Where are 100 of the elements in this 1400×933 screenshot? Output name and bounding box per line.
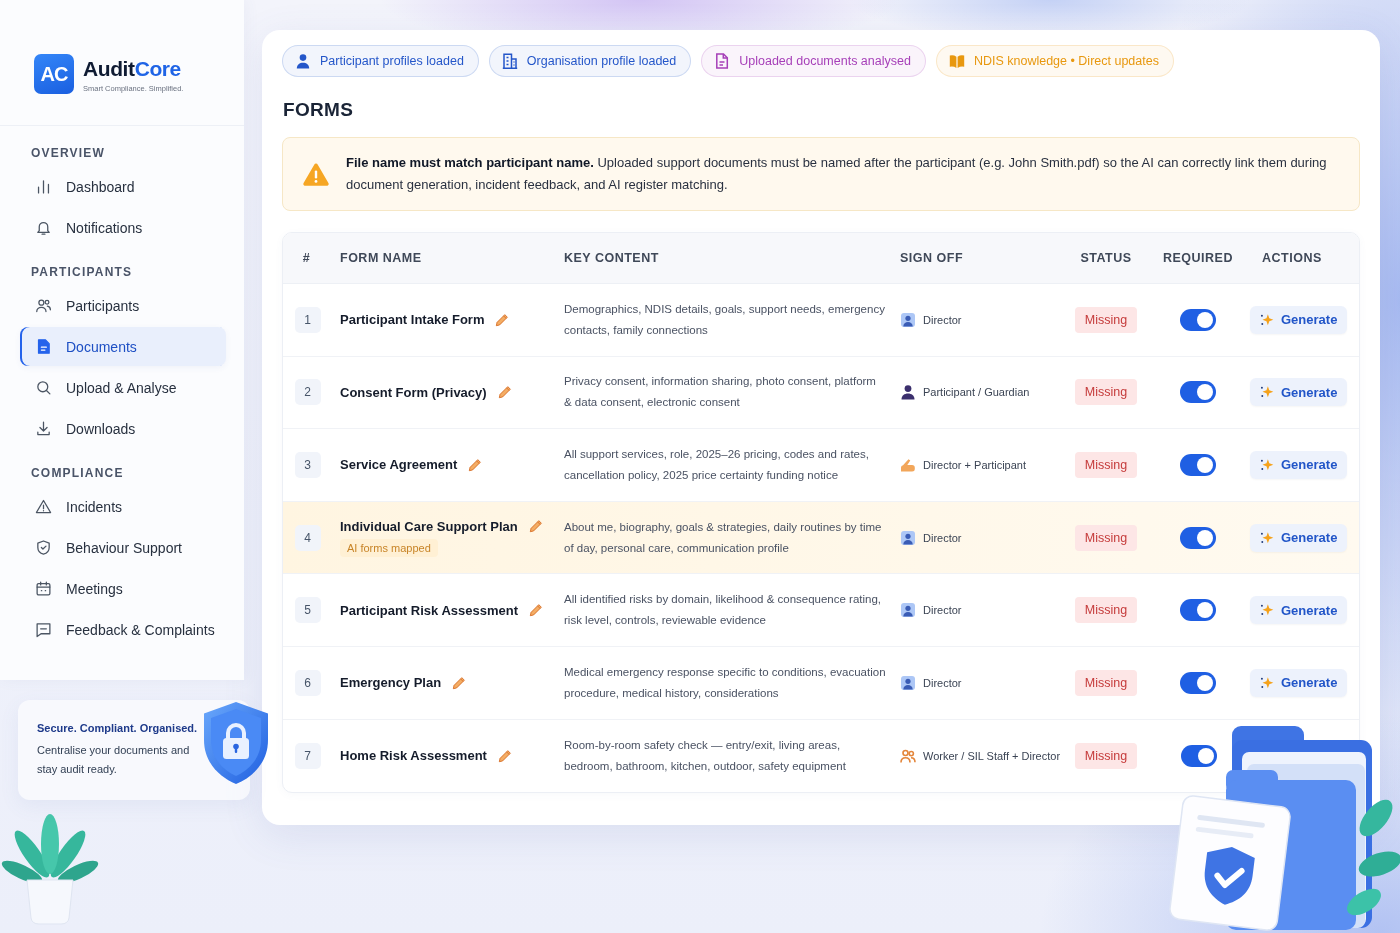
nav-item[interactable]: Meetings bbox=[20, 569, 226, 608]
key-content: Medical emergency response specific to conditions, evacuation procedure, medical history, considerations bbox=[564, 664, 887, 701]
sign-off-role: Director bbox=[923, 531, 962, 544]
nav-item[interactable]: Incidents bbox=[20, 487, 226, 526]
search-icon bbox=[35, 379, 52, 396]
form-name: Emergency Plan bbox=[340, 675, 442, 691]
required-toggle[interactable] bbox=[1180, 381, 1216, 404]
sparkle-icon bbox=[1260, 675, 1274, 690]
form-name: Consent Form (Privacy) bbox=[340, 384, 487, 400]
ai-forms-tag: AI forms mapped bbox=[340, 538, 438, 557]
table-row[interactable]: 2 Consent Form (Privacy) Privacy consent, information sharing, photo consent, platform & data consent, electronic consent Participant / Guardian Missing Generate bbox=[283, 356, 1359, 430]
page-title: FORMS bbox=[283, 98, 355, 122]
required-toggle[interactable] bbox=[1180, 308, 1216, 331]
sparkle-icon bbox=[1260, 530, 1274, 545]
status-badge: Missing bbox=[1074, 452, 1138, 478]
nav-item[interactable]: Downloads bbox=[20, 409, 226, 448]
id-badge-icon bbox=[900, 602, 916, 619]
section-heading: OVERVIEW bbox=[30, 146, 107, 160]
pencil-icon[interactable] bbox=[468, 458, 483, 472]
form-name: Service Agreement bbox=[340, 457, 458, 473]
form-name: Participant Intake Form bbox=[340, 312, 485, 328]
required-toggle[interactable] bbox=[1181, 744, 1217, 767]
table-row[interactable]: 3 Service Agreement All support services, role, 2025–26 pricing, codes and rates, cancellation policy, 2025 price certainty funding notice Director + Participant Missing Generate bbox=[283, 429, 1359, 502]
row-number: 4 bbox=[294, 524, 321, 551]
nav-item[interactable]: Behaviour Support bbox=[20, 528, 226, 567]
row-number: 5 bbox=[294, 597, 321, 624]
sparkle-icon bbox=[1260, 385, 1274, 400]
key-content: About me, biography, goals & strategies, daily routines by time of day, personal care, communication profile bbox=[564, 519, 883, 556]
sign-off-role: Worker / SIL Staff + Director bbox=[923, 749, 1061, 762]
key-content: All support services, role, 2025–26 pricing, codes and rates, cancellation policy, 2025 price certainty funding notice bbox=[564, 447, 870, 483]
generate-button[interactable]: Generate bbox=[1250, 451, 1348, 479]
nav-item[interactable]: Dashboard bbox=[20, 167, 226, 206]
people-icon bbox=[900, 747, 916, 764]
pencil-icon[interactable] bbox=[452, 675, 467, 690]
status-badge: Missing bbox=[1074, 742, 1138, 769]
pencil-icon[interactable] bbox=[497, 385, 512, 400]
people-icon bbox=[35, 297, 52, 314]
key-content: All identified risks by domain, likelihood & consequence rating, risk level, controls, reviewable evidence bbox=[564, 592, 883, 629]
pencil-icon[interactable] bbox=[497, 748, 512, 763]
sign-off-role: Director bbox=[923, 676, 962, 689]
status-badge: Missing bbox=[1074, 597, 1138, 624]
message-icon bbox=[35, 621, 52, 638]
generate-button[interactable]: Generate bbox=[1250, 378, 1348, 407]
required-toggle[interactable] bbox=[1180, 454, 1216, 476]
status-badge: Missing bbox=[1074, 669, 1138, 696]
pencil-icon[interactable] bbox=[529, 603, 543, 618]
calendar-icon bbox=[35, 580, 52, 597]
table-row[interactable]: 7 Home Risk Assessment Room-by-room safety check — entry/exit, living areas, bedroom, bathroom, kitchen, outdoor, safety equipment Worker / SIL Staff + Director Missing bbox=[283, 719, 1224, 793]
row-number: 3 bbox=[294, 452, 321, 478]
form-name: Individual Care Support Plan bbox=[340, 518, 518, 534]
generate-button[interactable]: Generate bbox=[1250, 596, 1348, 625]
sign-off-role: Director + Participant bbox=[923, 459, 1026, 471]
status-badge: Missing bbox=[1074, 524, 1138, 551]
id-badge-icon bbox=[900, 674, 916, 691]
sign-off-role: Participant / Guardian bbox=[923, 386, 1030, 399]
table-row[interactable]: 4 Individual Care Support Plan AI forms mapped About me, biography, goals & strategies, daily routines by time of day, personal care, communication profile Director Missing Generate bbox=[283, 501, 1359, 575]
generate-button[interactable]: Generate bbox=[1250, 668, 1348, 697]
chip-label: NDIS knowledge • Direct updates bbox=[973, 54, 1159, 68]
status-badge: Missing bbox=[1074, 379, 1138, 406]
pencil-icon[interactable] bbox=[528, 519, 543, 534]
nav-item[interactable]: Notifications bbox=[20, 208, 226, 247]
column-header: REQUIRED bbox=[1163, 251, 1233, 265]
generate-button[interactable]: Generate bbox=[1250, 523, 1348, 552]
id-badge-icon bbox=[900, 529, 916, 546]
column-header: STATUS bbox=[1080, 251, 1132, 265]
notice-text: File name must match participant name. Uploaded support documents must be named after the participant (e.g. John Smith.pdf) so the AI can correctly link them during document generation, incident feedback, and AI register matching. bbox=[346, 154, 1328, 194]
required-toggle[interactable] bbox=[1180, 671, 1216, 694]
shield-check-icon bbox=[35, 539, 52, 556]
generate-button[interactable]: Generate bbox=[1250, 305, 1348, 334]
table-row[interactable]: 1 Participant Intake Form Demographics, NDIS details, goals, support needs, emergency contacts, family connections Director Missing Generate bbox=[283, 284, 1359, 357]
nav-item[interactable]: Feedback & Complaints bbox=[20, 610, 226, 649]
promo-text: Centralise your documents and stay audit ready. bbox=[37, 743, 191, 777]
table-row[interactable]: 6 Emergency Plan Medical emergency response specific to conditions, evacuation procedure, medical history, considerations Director Missing Generate bbox=[283, 646, 1359, 720]
hand-icon bbox=[900, 457, 916, 473]
warning-icon bbox=[35, 498, 52, 515]
bell-icon bbox=[35, 219, 52, 236]
id-badge-icon bbox=[900, 311, 916, 328]
pencil-icon[interactable] bbox=[495, 312, 510, 327]
sign-off-role: Director bbox=[923, 604, 962, 617]
column-header: SIGN OFF bbox=[900, 251, 964, 265]
chip-label: Organisation profile loaded bbox=[526, 54, 677, 68]
section-heading: COMPLIANCE bbox=[30, 466, 125, 480]
form-name: Participant Risk Assessment bbox=[340, 602, 518, 618]
table-row[interactable]: 5 Participant Risk Assessment All identified risks by domain, likelihood & consequence rating, risk level, controls, reviewable evidence Director Missing Generate bbox=[283, 574, 1359, 647]
status-badge: Missing bbox=[1074, 306, 1138, 333]
brand-name: AuditCore bbox=[83, 57, 182, 81]
sparkle-icon bbox=[1260, 458, 1274, 472]
sparkle-icon bbox=[1260, 603, 1274, 618]
chip-label: Uploaded documents analysed bbox=[739, 54, 911, 68]
nav-item[interactable]: Documents bbox=[20, 327, 226, 366]
required-toggle[interactable] bbox=[1180, 599, 1216, 622]
section-heading: PARTICIPANTS bbox=[30, 265, 134, 279]
download-icon bbox=[35, 420, 52, 437]
promo-title: Secure. Compliant. Organised. bbox=[37, 721, 199, 735]
nav-item[interactable]: Participants bbox=[20, 286, 226, 325]
warning-icon bbox=[303, 162, 329, 186]
sparkle-icon bbox=[1260, 312, 1274, 327]
row-number: 7 bbox=[294, 742, 321, 769]
nav-item[interactable]: Upload & Analyse bbox=[20, 368, 226, 407]
required-toggle[interactable] bbox=[1180, 526, 1216, 549]
